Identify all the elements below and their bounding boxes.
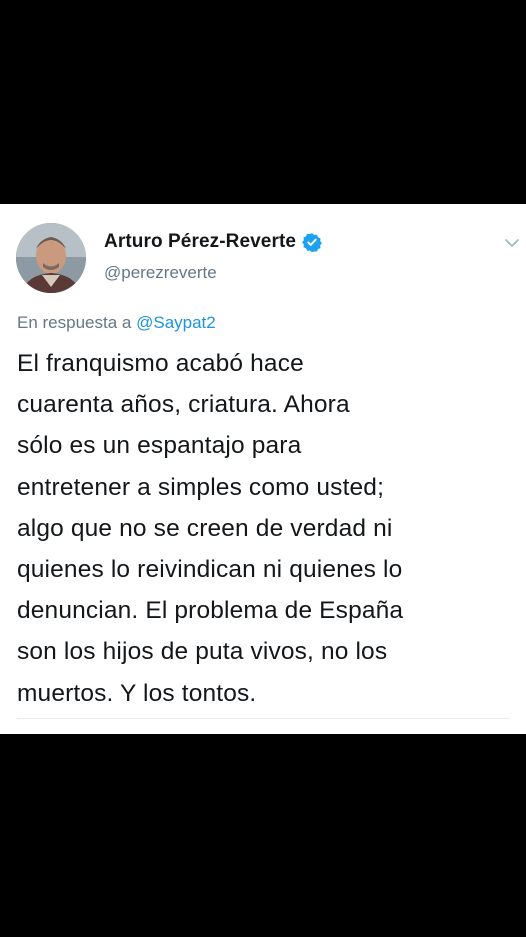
tweet-text-line: cuarenta años, criatura. Ahora bbox=[17, 391, 350, 419]
verified-badge-icon bbox=[302, 232, 322, 253]
display-name[interactable]: Arturo Pérez-Reverte bbox=[104, 231, 296, 253]
tweet-text-line: algo que no se creen de verdad ni bbox=[17, 514, 393, 542]
tweet-text-line: quienes lo reivindican ni quienes lo bbox=[17, 556, 403, 584]
user-info: Arturo Pérez-Reverte @perezreverte bbox=[104, 231, 322, 283]
avatar[interactable] bbox=[16, 223, 86, 293]
chevron-down-icon[interactable] bbox=[504, 236, 520, 248]
divider bbox=[17, 718, 509, 719]
tweet-text-line: son los hijos de puta vivos, no los bbox=[17, 638, 388, 666]
name-row: Arturo Pérez-Reverte bbox=[104, 231, 322, 253]
tweet-text-line: denuncian. El problema de España bbox=[17, 597, 404, 625]
tweet-card[interactable]: Arturo Pérez-Reverte @perezreverte En re… bbox=[0, 204, 526, 734]
reply-context: En respuesta a @Saypat2 bbox=[17, 313, 216, 333]
tweet-text-line: sólo es un espantajo para bbox=[17, 432, 302, 460]
tweet-text-line: muertos. Y los tontos. bbox=[17, 679, 257, 707]
phone-screen: Arturo Pérez-Reverte @perezreverte En re… bbox=[0, 0, 526, 937]
tweet-text-line: entretener a simples como usted; bbox=[17, 473, 385, 501]
tweet-text-line: El franquismo acabó hace bbox=[17, 350, 304, 377]
tweet-text: El franquismo acabó hace cuarenta años, … bbox=[17, 343, 522, 714]
user-handle[interactable]: @perezreverte bbox=[104, 263, 322, 283]
reply-prefix: En respuesta a bbox=[17, 313, 132, 332]
reply-mention-link[interactable]: @Saypat2 bbox=[136, 313, 216, 332]
avatar-photo bbox=[16, 223, 86, 293]
